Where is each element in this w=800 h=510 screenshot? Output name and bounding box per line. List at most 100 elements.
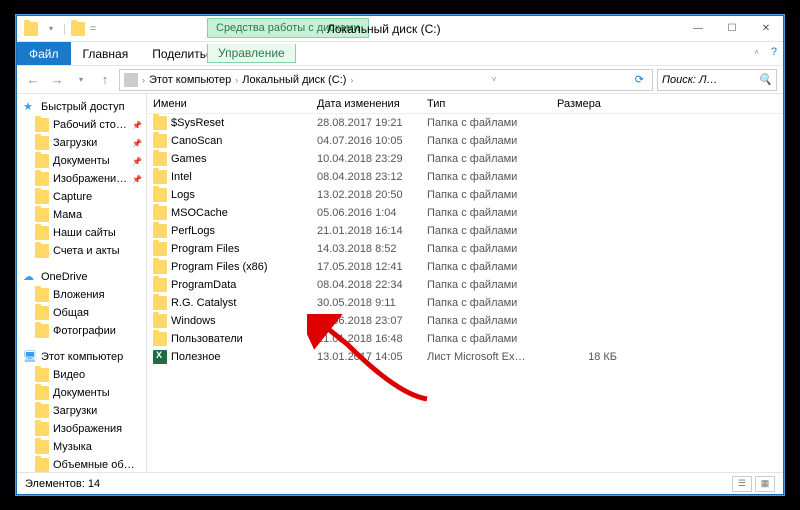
address-chevron-icon[interactable]: ˅ — [492, 75, 497, 84]
sidebar-item[interactable]: Изображения — [17, 420, 146, 438]
sidebar-item[interactable]: Объемные об… — [17, 456, 146, 472]
folder-icon — [35, 306, 49, 320]
table-row[interactable]: Games10.04.2018 23:29Папка с файлами — [147, 150, 783, 168]
table-row[interactable]: ProgramData08.04.2018 22:34Папка с файла… — [147, 276, 783, 294]
table-row[interactable]: Полезное13.01.2017 14:05Лист Microsoft E… — [147, 348, 783, 366]
sidebar-item[interactable]: Capture — [17, 188, 146, 206]
refresh-icon[interactable]: ⟳ — [635, 73, 648, 86]
breadcrumb-current[interactable]: Локальный диск (C:) — [242, 74, 346, 86]
address-bar[interactable]: › Этот компьютер › Локальный диск (C:) ›… — [119, 69, 653, 91]
file-name: $SysReset — [171, 117, 224, 129]
folder-icon — [153, 152, 167, 166]
search-icon: 🔍 — [758, 73, 772, 86]
sidebar-item-label: Мама — [53, 209, 82, 221]
table-row[interactable]: Intel08.04.2018 23:12Папка с файлами — [147, 168, 783, 186]
sidebar-item[interactable]: Мама — [17, 206, 146, 224]
file-size: 18 КБ — [557, 351, 637, 363]
table-row[interactable]: Windows13.06.2018 23:07Папка с файлами — [147, 312, 783, 330]
thumbnails-view-icon[interactable]: ▦ — [755, 476, 775, 492]
sidebar-item[interactable]: Загрузки📌 — [17, 134, 146, 152]
chevron-right-icon[interactable]: › — [142, 75, 145, 85]
details-view-icon[interactable]: ☰ — [732, 476, 752, 492]
column-type[interactable]: Тип — [427, 98, 557, 110]
up-button[interactable]: ↑ — [95, 70, 115, 90]
folder-open-icon — [70, 21, 86, 37]
title-bar[interactable]: ▾ | = Средства работы с дисками Локальны… — [17, 16, 783, 42]
table-row[interactable]: Logs13.02.2018 20:50Папка с файлами — [147, 186, 783, 204]
chevron-right-icon[interactable]: › — [350, 75, 353, 85]
qat-chevron-icon[interactable]: ▾ — [43, 21, 59, 37]
tab-home[interactable]: Главная — [71, 42, 141, 65]
help-icon[interactable]: ? — [765, 42, 783, 65]
sidebar-item-label: Фотографии — [53, 325, 116, 337]
tab-file[interactable]: Файл — [17, 42, 71, 65]
close-button[interactable]: ✕ — [749, 18, 783, 40]
column-date[interactable]: Дата изменения — [317, 98, 427, 110]
table-row[interactable]: CanoScan04.07.2016 10:05Папка с файлами — [147, 132, 783, 150]
folder-icon — [153, 278, 167, 292]
ribbon-collapse-icon[interactable]: ˄ — [748, 42, 765, 65]
minimize-button[interactable]: — — [681, 18, 715, 40]
sidebar-item[interactable]: Общая — [17, 304, 146, 322]
file-date: 13.02.2018 20:50 — [317, 189, 427, 201]
disk-icon — [124, 73, 138, 87]
column-size[interactable]: Размера — [557, 98, 637, 110]
breadcrumb-root[interactable]: Этот компьютер — [149, 74, 231, 86]
column-name[interactable]: Имени — [147, 98, 317, 110]
folder-icon — [35, 288, 49, 302]
chevron-right-icon[interactable]: › — [235, 75, 238, 85]
file-date: 13.01.2017 14:05 — [317, 351, 427, 363]
folder-icon — [153, 224, 167, 238]
pin-icon: 📌 — [132, 139, 142, 148]
file-name: Пользователи — [171, 333, 243, 345]
address-bar-row: ← → ▾ ↑ › Этот компьютер › Локальный дис… — [17, 66, 783, 94]
table-row[interactable]: MSOCache05.06.2016 1:04Папка с файлами — [147, 204, 783, 222]
sidebar-item[interactable]: Фотографии — [17, 322, 146, 340]
folder-icon — [153, 116, 167, 130]
pin-icon — [35, 154, 49, 168]
folder-icon — [35, 368, 49, 382]
maximize-button[interactable]: ☐ — [715, 18, 749, 40]
file-date: 14.03.2018 8:52 — [317, 243, 427, 255]
forward-button[interactable]: → — [47, 70, 67, 90]
sidebar-onedrive[interactable]: ☁OneDrive — [17, 268, 146, 286]
file-type: Папка с файлами — [427, 153, 557, 165]
sidebar-item[interactable]: Наши сайты — [17, 224, 146, 242]
file-name: Windows — [171, 315, 216, 327]
table-row[interactable]: PerfLogs21.01.2018 16:14Папка с файлами — [147, 222, 783, 240]
file-date: 17.05.2018 12:41 — [317, 261, 427, 273]
sidebar-item[interactable]: Документы — [17, 384, 146, 402]
sidebar-this-pc[interactable]: 🖥Этот компьютер — [17, 348, 146, 366]
file-name: Program Files — [171, 243, 239, 255]
table-row[interactable]: Program Files14.03.2018 8:52Папка с файл… — [147, 240, 783, 258]
file-type: Папка с файлами — [427, 297, 557, 309]
file-date: 21.01.2018 16:48 — [317, 333, 427, 345]
table-row[interactable]: Program Files (x86)17.05.2018 12:41Папка… — [147, 258, 783, 276]
file-type: Папка с файлами — [427, 225, 557, 237]
back-button[interactable]: ← — [23, 70, 43, 90]
folder-icon — [153, 134, 167, 148]
sidebar-item[interactable]: Вложения — [17, 286, 146, 304]
sidebar-item[interactable]: Загрузки — [17, 402, 146, 420]
sidebar-item[interactable]: Музыка — [17, 438, 146, 456]
search-input[interactable]: Поиск: Л… 🔍 — [657, 69, 777, 91]
sidebar-item[interactable]: Счета и акты — [17, 242, 146, 260]
file-date: 13.06.2018 23:07 — [317, 315, 427, 327]
sidebar-item-label: Изображени… — [53, 173, 127, 185]
sidebar-item[interactable]: Рабочий сто…📌 — [17, 116, 146, 134]
navigation-pane[interactable]: ★Быстрый доступ Рабочий сто…📌Загрузки📌До… — [17, 94, 147, 472]
history-button[interactable]: ▾ — [71, 70, 91, 90]
tab-manage[interactable]: Управление — [207, 44, 296, 63]
table-row[interactable]: R.G. Catalyst30.05.2018 9:11Папка с файл… — [147, 294, 783, 312]
file-rows[interactable]: $SysReset28.08.2017 19:21Папка с файлами… — [147, 114, 783, 472]
folder-icon — [35, 386, 49, 400]
file-date: 30.05.2018 9:11 — [317, 297, 427, 309]
sidebar-item[interactable]: Документы📌 — [17, 152, 146, 170]
table-row[interactable]: Пользователи21.01.2018 16:48Папка с файл… — [147, 330, 783, 348]
column-headers[interactable]: Имени Дата изменения Тип Размера — [147, 94, 783, 114]
file-type: Папка с файлами — [427, 135, 557, 147]
sidebar-item[interactable]: Изображени…📌 — [17, 170, 146, 188]
sidebar-item[interactable]: Видео — [17, 366, 146, 384]
sidebar-quick-access[interactable]: ★Быстрый доступ — [17, 98, 146, 116]
table-row[interactable]: $SysReset28.08.2017 19:21Папка с файлами — [147, 114, 783, 132]
